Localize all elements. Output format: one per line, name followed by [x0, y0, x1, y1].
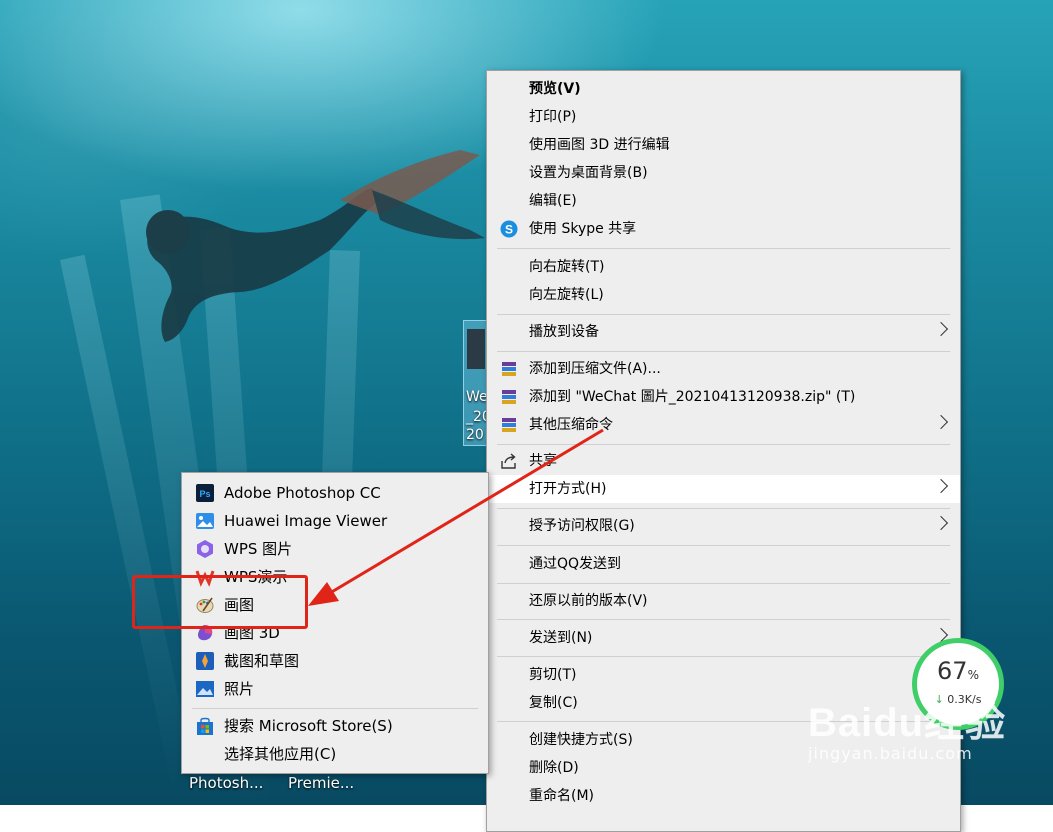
menu-item-label: 向右旋转(T) — [529, 259, 605, 275]
winrar-icon — [502, 390, 516, 404]
menu-item-label: 预览(V) — [529, 81, 581, 97]
menu-item-print[interactable]: 打印(P) — [487, 103, 960, 131]
menu-item-add-to-archive[interactable]: 添加到压缩文件(A)... — [487, 355, 960, 383]
menu-item-label: 重命名(M) — [529, 788, 595, 804]
menu-item-label: 设置为桌面背景(B) — [529, 165, 648, 181]
menu-item-label: 使用 Skype 共享 — [529, 221, 637, 237]
submenu-item-search-store[interactable]: 搜索 Microsoft Store(S) — [182, 712, 488, 740]
winrar-icon — [502, 418, 516, 432]
chevron-right-icon — [933, 515, 949, 531]
image-thumbnail — [467, 329, 485, 369]
menu-separator — [192, 708, 478, 709]
share-icon — [501, 453, 516, 469]
submenu-item-photos[interactable]: 照片 — [182, 675, 488, 703]
menu-item-rename[interactable]: 重命名(M) — [487, 782, 960, 810]
submenu-item-huawei-viewer[interactable]: Huawei Image Viewer — [182, 507, 488, 535]
menu-separator — [497, 508, 950, 509]
menu-item-add-to-zip[interactable]: 添加到 "WeChat 圖片_20210413120938.zip" (T) — [487, 383, 960, 411]
menu-item-label: 打印(P) — [529, 109, 577, 125]
desktop-icon-label-premiere[interactable]: Premie... — [288, 774, 354, 792]
submenu-item-wps-picture[interactable]: WPS 图片 — [182, 535, 488, 563]
submenu-item-choose-other-app[interactable]: 选择其他应用(C) — [182, 740, 488, 768]
photos-icon — [196, 681, 214, 697]
submenu-item-label: 截图和草图 — [224, 652, 300, 670]
menu-item-label: 发送到(N) — [529, 630, 593, 646]
menu-item-edit[interactable]: 编辑(E) — [487, 187, 960, 215]
store-icon — [197, 717, 213, 735]
chevron-right-icon — [933, 414, 949, 430]
winrar-icon — [502, 362, 516, 376]
submenu-item-label: WPS 图片 — [224, 540, 293, 558]
chevron-right-icon — [933, 478, 949, 494]
baidu-jingyan-watermark: Baidu经验 jingyan.baidu.com — [808, 690, 1006, 763]
menu-item-edit-paint3d[interactable]: 使用画图 3D 进行编辑 — [487, 131, 960, 159]
photoshop-icon: Ps — [196, 484, 214, 502]
file-name-line-1: We — [466, 389, 488, 405]
menu-item-preview[interactable]: 预览(V) — [487, 75, 960, 103]
desktop-icon-label-photoshop[interactable]: Photosh... — [189, 774, 263, 792]
svg-text:S: S — [505, 223, 513, 237]
menu-separator — [497, 583, 950, 584]
wps-picture-icon — [197, 540, 213, 558]
menu-item-label: 创建快捷方式(S) — [529, 732, 633, 748]
menu-item-label: 授予访问权限(G) — [529, 518, 635, 534]
submenu-item-label: Adobe Photoshop CC — [224, 484, 381, 502]
menu-item-label: 播放到设备 — [529, 324, 599, 340]
submenu-item-snip-sketch[interactable]: 截图和草图 — [182, 647, 488, 675]
menu-separator — [497, 444, 950, 445]
chevron-right-icon — [933, 627, 949, 643]
menu-separator — [497, 248, 950, 249]
menu-item-rotate-right[interactable]: 向右旋转(T) — [487, 253, 960, 281]
menu-item-label: 剪切(T) — [529, 667, 577, 683]
menu-item-share[interactable]: 共享 — [487, 447, 960, 475]
menu-item-label: 共享 — [529, 453, 557, 469]
menu-separator — [497, 351, 950, 352]
menu-item-grant-access[interactable]: 授予访问权限(G) — [487, 512, 960, 540]
menu-item-cut[interactable]: 剪切(T) — [487, 661, 960, 689]
menu-item-label: 添加到 "WeChat 圖片_20210413120938.zip" (T) — [529, 389, 856, 405]
menu-item-label: 通过QQ发送到 — [529, 556, 622, 572]
submenu-item-label: 照片 — [224, 680, 255, 698]
svg-text:Ps: Ps — [199, 489, 210, 499]
submenu-item-photoshop[interactable]: Ps Adobe Photoshop CC — [182, 479, 488, 507]
chevron-right-icon — [933, 321, 949, 337]
menu-item-label: 向左旋转(L) — [529, 287, 604, 303]
menu-item-set-wallpaper[interactable]: 设置为桌面背景(B) — [487, 159, 960, 187]
menu-item-skype-share[interactable]: S 使用 Skype 共享 — [487, 215, 960, 243]
menu-item-rotate-left[interactable]: 向左旋转(L) — [487, 281, 960, 309]
skype-icon: S — [500, 220, 518, 238]
menu-item-restore-versions[interactable]: 还原以前的版本(V) — [487, 587, 960, 615]
menu-item-send-to[interactable]: 发送到(N) — [487, 624, 960, 652]
menu-separator — [497, 656, 950, 657]
image-viewer-icon — [196, 513, 214, 529]
menu-item-label: 编辑(E) — [529, 193, 577, 209]
menu-item-label: 添加到压缩文件(A)... — [529, 361, 661, 377]
submenu-item-label: 搜索 Microsoft Store(S) — [224, 717, 393, 735]
menu-separator — [497, 314, 950, 315]
menu-item-open-with[interactable]: 打开方式(H) — [487, 475, 960, 503]
network-percent: 67% — [937, 657, 979, 685]
submenu-item-label: 选择其他应用(C) — [224, 745, 337, 763]
menu-item-send-via-qq[interactable]: 通过QQ发送到 — [487, 550, 960, 578]
menu-item-label: 其他压缩命令 — [529, 417, 613, 433]
menu-item-label: 复制(C) — [529, 695, 578, 711]
menu-separator — [497, 619, 950, 620]
file-name-line-3: 20 — [466, 427, 484, 443]
annotation-highlight-box — [132, 575, 308, 629]
submenu-item-label: Huawei Image Viewer — [224, 512, 388, 530]
menu-item-cast-to-device[interactable]: 播放到设备 — [487, 318, 960, 346]
menu-item-label: 还原以前的版本(V) — [529, 593, 648, 609]
menu-item-label: 使用画图 3D 进行编辑 — [529, 137, 670, 153]
menu-item-label: 打开方式(H) — [529, 481, 607, 497]
watermark-brand: Baidu经验 — [808, 701, 1007, 745]
snip-sketch-icon — [196, 652, 214, 670]
menu-item-other-compress[interactable]: 其他压缩命令 — [487, 411, 960, 439]
menu-item-label: 删除(D) — [529, 760, 579, 776]
menu-separator — [497, 545, 950, 546]
